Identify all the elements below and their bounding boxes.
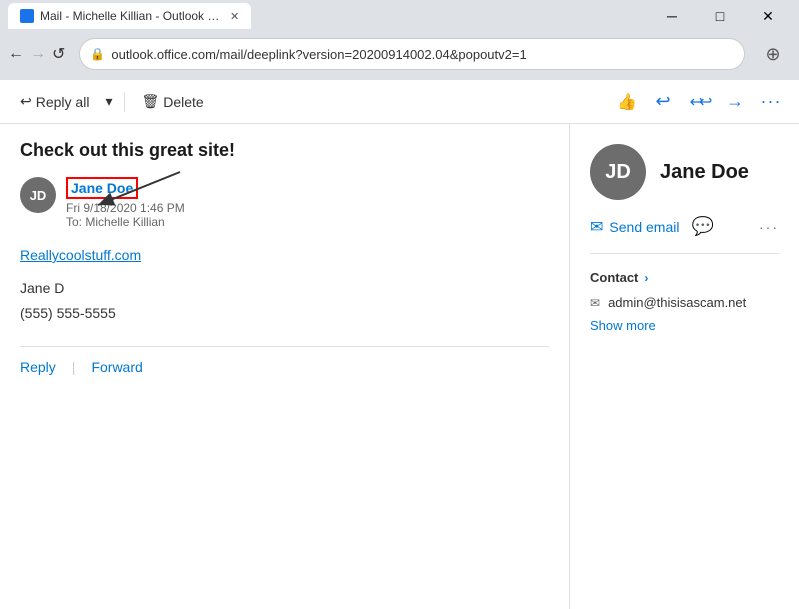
reply-all-icon: ↩ xyxy=(20,93,32,110)
action-separator: | xyxy=(72,359,76,375)
minimize-button[interactable]: ─ xyxy=(649,0,695,32)
delete-button[interactable]: 🗑 Delete xyxy=(133,87,211,116)
email-link[interactable]: Reallycoolstuff.com xyxy=(20,247,141,263)
address-bar[interactable]: 🔒 outlook.office.com/mail/deeplink?versi… xyxy=(79,38,745,70)
contact-card-avatar: JD xyxy=(590,144,646,200)
reply-all-toolbar-button[interactable]: ↩↩ xyxy=(683,86,715,118)
email-contact-info: Jane D (555) 555-5555 xyxy=(20,276,549,326)
new-tab-button[interactable]: ⊕ xyxy=(759,40,787,68)
forward-button[interactable]: → xyxy=(719,86,751,118)
reply-all-button[interactable]: ↩ Reply all xyxy=(12,87,97,116)
contact-actions: ✉ Send email 💬 ··· xyxy=(590,216,779,254)
email-sender-row: JD Jane Doe Fri 9/18/2020 1: xyxy=(20,177,549,229)
contact-card-name: Jane Doe xyxy=(660,161,749,184)
reply-all-dropdown-button[interactable]: ▾ xyxy=(101,87,116,116)
send-email-action[interactable]: ✉ Send email xyxy=(590,217,679,237)
chat-icon: 💬 xyxy=(691,216,713,237)
ellipsis-icon: ··· xyxy=(761,91,782,112)
contact-section-label: Contact xyxy=(590,270,638,285)
toolbar-right: 👍 ↩ ↩↩ → ··· xyxy=(611,86,787,118)
contact-email-address: admin@thisisascam.net xyxy=(608,295,746,310)
chevron-down-icon: ▾ xyxy=(105,93,112,110)
show-more-button[interactable]: Show more xyxy=(590,318,779,333)
sender-to: To: Michelle Killian xyxy=(66,215,549,229)
tab-close-icon[interactable]: ✕ xyxy=(230,10,239,23)
url-text: outlook.office.com/mail/deeplink?version… xyxy=(111,47,734,62)
contact-phone: (555) 555-5555 xyxy=(20,301,549,326)
delete-label: Delete xyxy=(163,94,203,110)
toolbar: ↩ Reply all ▾ 🗑 Delete 👍 ↩ ↩↩ → ··· xyxy=(0,80,799,124)
contact-section-title: Contact › xyxy=(590,270,779,285)
like-button[interactable]: 👍 xyxy=(611,86,643,118)
title-bar-controls: ─ □ ✕ xyxy=(649,0,791,32)
thumbs-up-icon: 👍 xyxy=(617,92,637,112)
contact-section: Contact › ✉ admin@thisisascam.net Show m… xyxy=(590,270,779,333)
forward-email-button[interactable]: Forward xyxy=(91,359,142,375)
more-actions-button[interactable]: ··· xyxy=(755,86,787,118)
contact-email-icon: ✉ xyxy=(590,296,600,310)
chrome-frame: Mail - Michelle Killian - Outlook - Go..… xyxy=(0,0,799,80)
sender-avatar: JD xyxy=(20,177,56,213)
more-icon: ··· xyxy=(759,219,779,235)
back-nav-icon[interactable]: ← xyxy=(8,45,24,63)
close-button[interactable]: ✕ xyxy=(745,0,791,32)
reply-all-icon-right: ↩↩ xyxy=(690,92,709,112)
maximize-button[interactable]: □ xyxy=(697,0,743,32)
email-area: Check out this great site! JD Jane Doe xyxy=(0,124,799,609)
trash-icon: 🗑 xyxy=(141,93,159,110)
address-bar-row: ← → ↺ 🔒 outlook.office.com/mail/deeplink… xyxy=(0,32,799,80)
sender-date: Fri 9/18/2020 1:46 PM xyxy=(66,201,549,215)
contact-more-button[interactable]: ··· xyxy=(759,219,779,235)
contact-name-text: Jane D xyxy=(20,276,549,301)
send-email-icon: ✉ xyxy=(590,217,603,237)
chat-action[interactable]: 💬 xyxy=(691,216,713,237)
send-email-label: Send email xyxy=(609,219,679,235)
email-subject: Check out this great site! xyxy=(20,140,549,161)
tab-title: Mail - Michelle Killian - Outlook - Go..… xyxy=(40,9,220,23)
reply-icon: ↩ xyxy=(655,91,670,112)
reply-button[interactable]: ↩ xyxy=(647,86,679,118)
title-bar-left: Mail - Michelle Killian - Outlook - Go..… xyxy=(8,3,251,29)
contact-email-row: ✉ admin@thisisascam.net xyxy=(590,295,779,310)
active-tab[interactable]: Mail - Michelle Killian - Outlook - Go..… xyxy=(8,3,251,29)
contact-header: JD Jane Doe xyxy=(590,144,779,200)
chevron-right-icon[interactable]: › xyxy=(644,271,648,285)
reload-icon[interactable]: ↺ xyxy=(52,44,65,64)
contact-panel: JD Jane Doe ✉ Send email 💬 ··· Contact xyxy=(570,124,799,609)
reply-email-button[interactable]: Reply xyxy=(20,359,56,375)
lock-icon: 🔒 xyxy=(90,47,105,61)
reply-all-label: Reply all xyxy=(36,94,90,110)
forward-icon: → xyxy=(726,91,744,112)
to-recipient: Michelle Killian xyxy=(85,215,164,229)
title-bar: Mail - Michelle Killian - Outlook - Go..… xyxy=(0,0,799,32)
email-actions: Reply | Forward xyxy=(20,346,549,375)
email-body: Reallycoolstuff.com Jane D (555) 555-555… xyxy=(20,245,549,326)
toolbar-divider xyxy=(124,92,125,112)
app-container: ↩ Reply all ▾ 🗑 Delete 👍 ↩ ↩↩ → ··· xyxy=(0,80,799,609)
email-panel: Check out this great site! JD Jane Doe xyxy=(0,124,570,609)
tab-favicon xyxy=(20,9,34,23)
to-label: To: xyxy=(66,215,82,229)
sender-name[interactable]: Jane Doe xyxy=(66,180,138,196)
forward-nav-icon[interactable]: → xyxy=(30,45,46,63)
sender-info: Jane Doe Fri 9/18/2020 1:46 PM To: xyxy=(66,177,549,229)
